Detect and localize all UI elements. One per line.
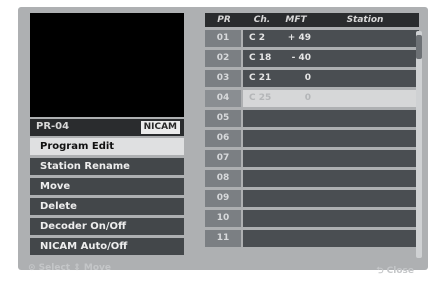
- row-pr: 06: [205, 130, 241, 147]
- row-mft: + 49: [287, 33, 311, 43]
- menu-item-program-edit[interactable]: Program Edit: [30, 138, 184, 155]
- row-pr: 07: [205, 150, 241, 167]
- header-pr: PR: [217, 15, 231, 25]
- table-row-selected[interactable]: 04 C 25 0: [205, 90, 419, 107]
- video-preview: [30, 13, 184, 117]
- osd-screen: PR-04 NICAM Program Edit Station Rename …: [18, 7, 428, 276]
- table-row[interactable]: 06: [205, 130, 419, 147]
- menu-item-delete[interactable]: Delete: [30, 198, 184, 215]
- header-ch: Ch.: [253, 15, 271, 25]
- scrollbar-thumb[interactable]: [416, 35, 422, 59]
- row-mft: 0: [304, 93, 311, 103]
- row-mft: 0: [304, 73, 311, 83]
- table-row[interactable]: 01 C 2 + 49: [205, 30, 419, 47]
- menu-item-nicam[interactable]: NICAM Auto/Off: [30, 238, 184, 255]
- row-ch: C 2: [249, 33, 266, 43]
- row-pr: 09: [205, 190, 241, 207]
- table-row[interactable]: 02 C 18 - 40: [205, 50, 419, 67]
- row-pr: 11: [205, 230, 241, 247]
- row-ch: C 18: [249, 53, 272, 63]
- menu-item-decoder[interactable]: Decoder On/Off: [30, 218, 184, 235]
- table-row[interactable]: 07: [205, 150, 419, 167]
- status-hint-select-move: ⊙ Select ⇕ Move: [28, 263, 112, 273]
- row-ch: C 21: [249, 73, 272, 83]
- row-pr: 02: [205, 50, 241, 67]
- program-table: PR Ch. MFT Station 01 C 2 + 49 02 C 18- 40 …: [205, 13, 419, 247]
- row-pr: 01: [205, 30, 241, 47]
- table-row[interactable]: 11: [205, 230, 419, 247]
- row-pr: 04: [205, 90, 241, 107]
- row-pr: 10: [205, 210, 241, 227]
- menu-item-move[interactable]: Move: [30, 178, 184, 195]
- table-row[interactable]: 10: [205, 210, 419, 227]
- row-pr: 05: [205, 110, 241, 127]
- header-station: Station: [346, 15, 384, 25]
- row-pr: 08: [205, 170, 241, 187]
- table-row[interactable]: 05: [205, 110, 419, 127]
- table-row[interactable]: 09: [205, 190, 419, 207]
- status-hint-close: ⮌ Close: [376, 266, 414, 276]
- nicam-badge: NICAM: [140, 121, 180, 134]
- table-header: PR Ch. MFT Station: [205, 13, 419, 27]
- program-number: PR-04: [36, 121, 70, 132]
- table-row[interactable]: 03 C 21 0: [205, 70, 419, 87]
- edit-menu: Program Edit Station Rename Move Delete …: [30, 138, 184, 258]
- program-info-bar: PR-04 NICAM: [30, 119, 184, 136]
- table-scrollbar[interactable]: [416, 31, 422, 258]
- row-mft: - 40: [291, 53, 311, 63]
- header-mft: MFT: [285, 15, 307, 25]
- row-ch: C 25: [249, 93, 272, 103]
- row-pr: 03: [205, 70, 241, 87]
- menu-item-station-rename[interactable]: Station Rename: [30, 158, 184, 175]
- table-row[interactable]: 08: [205, 170, 419, 187]
